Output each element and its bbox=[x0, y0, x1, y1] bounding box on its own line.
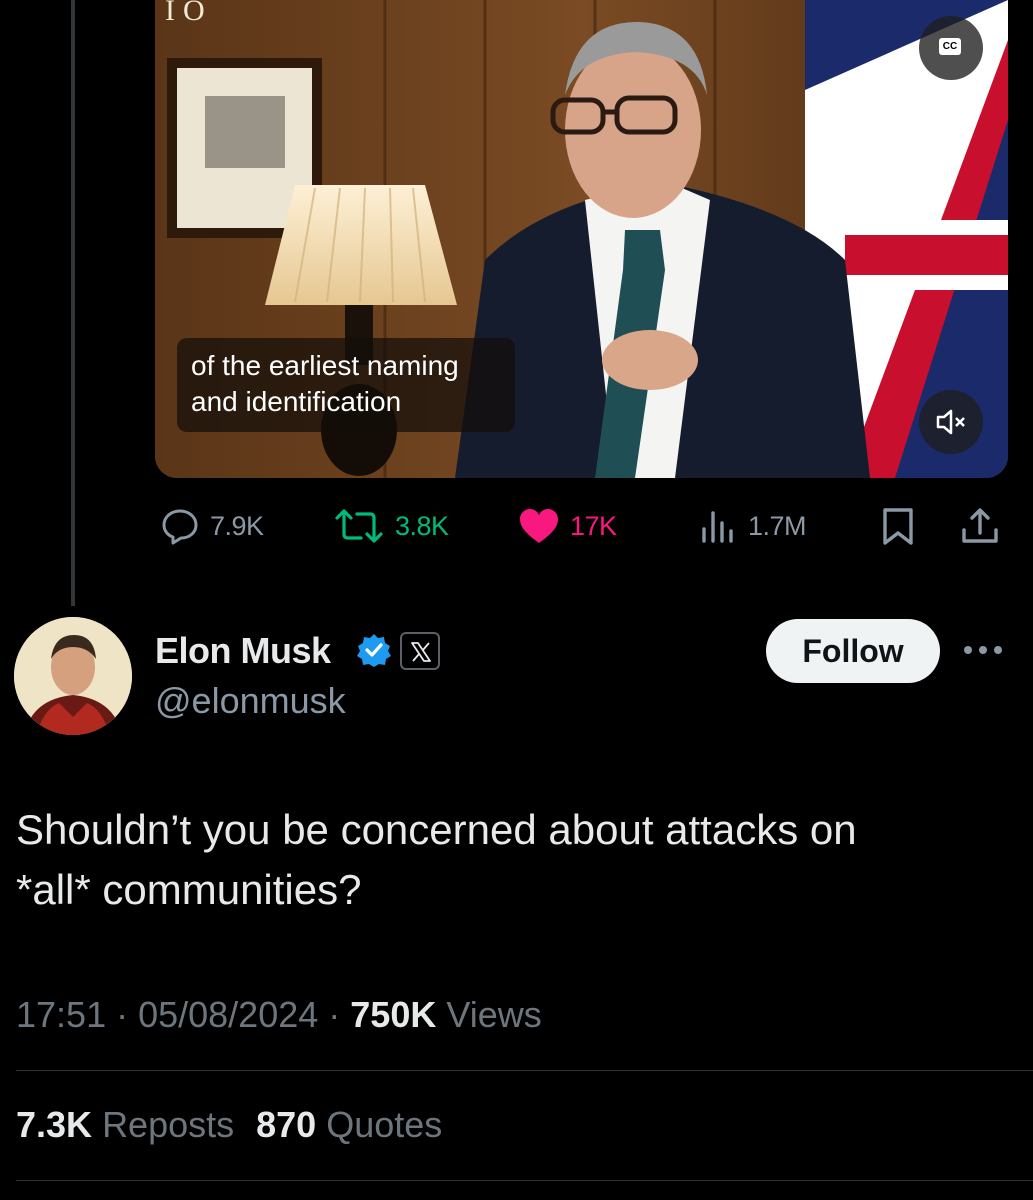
share-button[interactable] bbox=[960, 498, 1000, 554]
tweet-date[interactable]: 05/08/2024 bbox=[138, 994, 318, 1035]
reposts-stat-label: Reposts bbox=[102, 1104, 235, 1145]
muted-speaker-icon bbox=[936, 409, 965, 435]
more-dot-icon bbox=[964, 646, 972, 654]
caption-line-2: and identification bbox=[191, 386, 402, 417]
avatar-image bbox=[14, 617, 132, 735]
affiliation-badge[interactable] bbox=[400, 632, 440, 670]
tweet-text-line-2: *all* communities? bbox=[16, 866, 362, 913]
views-count: 1.7M bbox=[748, 510, 807, 541]
closed-captions-icon: CC bbox=[939, 38, 961, 55]
video-corner-text: IO bbox=[165, 0, 213, 27]
tweet-text-line-1: Shouldn’t you be concerned about attacks… bbox=[16, 806, 857, 853]
reply-count: 7.9K bbox=[210, 510, 264, 541]
reply-icon bbox=[162, 509, 198, 545]
bookmark-icon bbox=[883, 508, 913, 545]
reply-button[interactable]: 7.9K bbox=[160, 498, 264, 554]
verified-badge-icon bbox=[357, 634, 391, 667]
author-avatar[interactable] bbox=[14, 617, 132, 735]
tweet-metadata: 17:51 · 05/08/2024 · 750K Views bbox=[16, 994, 542, 1035]
repost-button[interactable]: 3.8K bbox=[333, 498, 449, 554]
quotes-stat-link[interactable]: 870 Quotes bbox=[256, 1104, 442, 1145]
author-handle[interactable]: @elonmusk bbox=[155, 680, 346, 722]
tweet-time[interactable]: 17:51 bbox=[16, 994, 106, 1035]
captions-toggle-button[interactable]: CC bbox=[919, 16, 983, 80]
unmute-button[interactable] bbox=[919, 390, 983, 454]
repost-count: 3.8K bbox=[395, 510, 449, 541]
engagement-stats: 7.3K Reposts 870 Quotes bbox=[16, 1104, 442, 1146]
heart-filled-icon bbox=[520, 509, 558, 543]
video-player[interactable]: IO of the earliest naming and identifica… bbox=[155, 0, 1008, 478]
bookmark-button[interactable] bbox=[880, 498, 916, 554]
divider bbox=[16, 1070, 1033, 1071]
repost-icon bbox=[335, 509, 383, 543]
more-options-button[interactable] bbox=[964, 640, 1004, 660]
more-dot-icon bbox=[979, 646, 987, 654]
views-label: Views bbox=[446, 994, 542, 1035]
analytics-bar-icon bbox=[702, 511, 733, 543]
tweet-action-bar: 7.9K 3.8K 17K 1.7M bbox=[0, 498, 1033, 554]
like-button[interactable]: 17K bbox=[518, 498, 617, 554]
views-total-count: 750K bbox=[350, 994, 437, 1035]
reposts-stat-count: 7.3K bbox=[16, 1104, 93, 1145]
x-logo-icon bbox=[411, 642, 431, 662]
divider bbox=[16, 1180, 1033, 1181]
like-count: 17K bbox=[570, 510, 617, 541]
quotes-stat-count: 870 bbox=[256, 1104, 317, 1145]
tweet-text: Shouldn’t you be concerned about attacks… bbox=[16, 800, 1016, 920]
share-icon bbox=[962, 508, 998, 543]
follow-button[interactable]: Follow bbox=[766, 619, 940, 683]
views-button[interactable]: 1.7M bbox=[700, 498, 807, 554]
quotes-stat-label: Quotes bbox=[326, 1104, 443, 1145]
video-caption: of the earliest naming and identificatio… bbox=[177, 338, 515, 432]
author-display-name[interactable]: Elon Musk bbox=[155, 630, 331, 672]
caption-line-1: of the earliest naming bbox=[191, 350, 459, 381]
more-dot-icon bbox=[994, 646, 1002, 654]
reposts-stat-link[interactable]: 7.3K Reposts bbox=[16, 1104, 234, 1145]
